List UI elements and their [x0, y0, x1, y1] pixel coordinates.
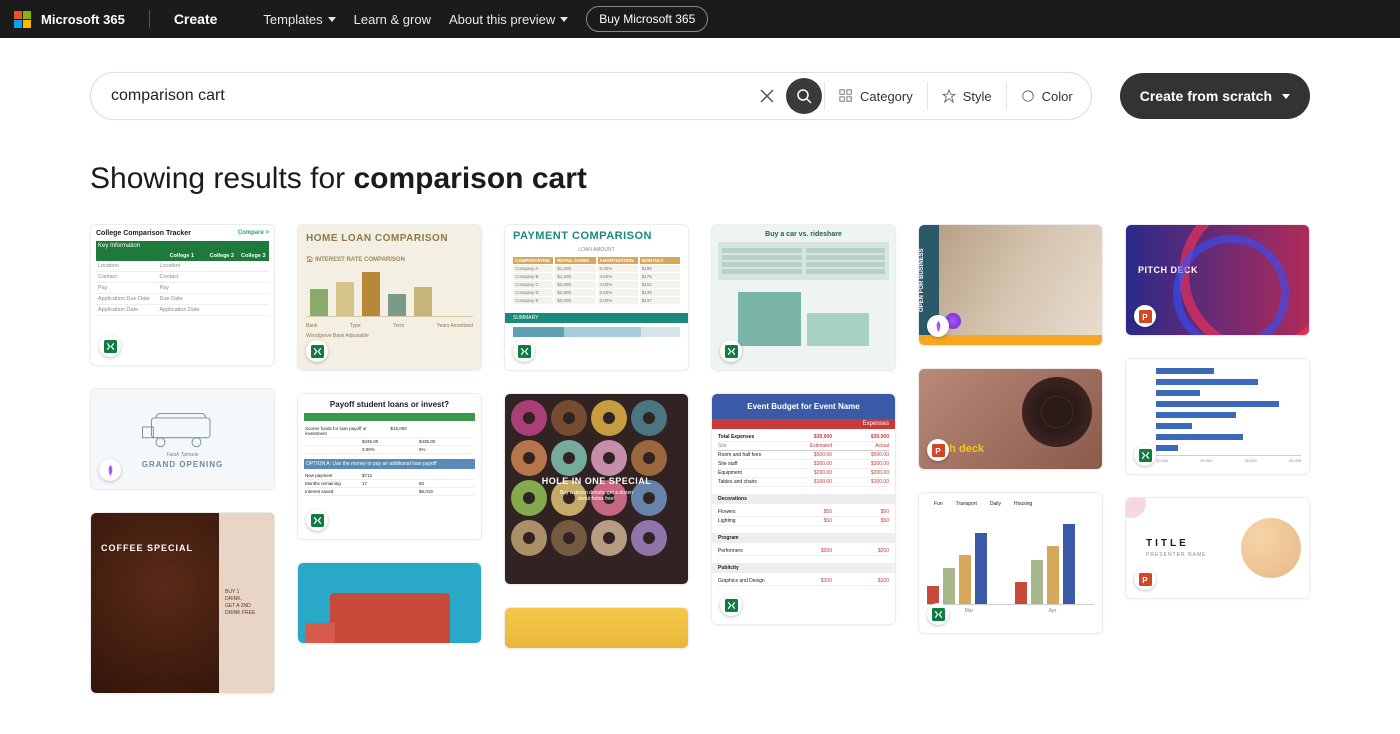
template-card[interactable]: Fun Transport Daily Housing MarApr [918, 492, 1103, 634]
search-row: Category Style Color Create from scratch [70, 72, 1330, 120]
template-card[interactable]: College Comparison TrackerCompare > Key … [90, 224, 275, 366]
excel-icon [1134, 444, 1156, 466]
nav-templates-label: Templates [263, 12, 322, 27]
clear-search-button[interactable] [752, 81, 782, 111]
chevron-down-icon [1282, 94, 1290, 99]
filter-color-label: Color [1042, 89, 1073, 104]
header-divider [149, 10, 150, 28]
filter-separator [1006, 82, 1007, 110]
svg-text:P: P [1142, 312, 1148, 321]
excel-icon [927, 603, 949, 625]
excel-icon [720, 594, 742, 616]
designer-icon [927, 315, 949, 337]
microsoft-logo-icon [14, 11, 31, 28]
thumb-food-truck [298, 563, 481, 643]
nav-templates[interactable]: Templates [263, 12, 335, 27]
filter-separator [824, 82, 825, 110]
thumb-yellow [505, 608, 688, 648]
powerpoint-icon: P [927, 439, 949, 461]
nav-preview-label: About this preview [449, 12, 555, 27]
excel-icon [306, 340, 328, 362]
template-card[interactable]: COFFEE SPECIAL BUY 1 DRINK, GET A 2ND DR… [90, 512, 275, 694]
chevron-down-icon [560, 17, 568, 22]
filter-separator [927, 82, 928, 110]
nav-about-preview[interactable]: About this preview [449, 12, 568, 27]
powerpoint-icon: P [1134, 568, 1156, 590]
template-card[interactable]: Fatah Tamarie GRAND OPENING [90, 388, 275, 490]
excel-icon [513, 340, 535, 362]
thumb-coffee-special: COFFEE SPECIAL BUY 1 DRINK, GET A 2ND DR… [91, 513, 274, 693]
excel-icon [720, 340, 742, 362]
template-card[interactable]: PITCH DECK P [1125, 224, 1310, 336]
chevron-down-icon [328, 17, 336, 22]
buy-label: Buy Microsoft 365 [599, 12, 695, 26]
powerpoint-icon: P [1134, 305, 1156, 327]
template-card[interactable]: Event Budget for Event Name Expenses Tot… [711, 393, 896, 625]
create-from-scratch-button[interactable]: Create from scratch [1120, 73, 1310, 119]
results-heading: Showing results for comparison cart [70, 162, 1330, 196]
close-icon [760, 89, 774, 103]
create-from-scratch-label: Create from scratch [1140, 88, 1272, 104]
brand-text: Microsoft 365 [41, 12, 125, 27]
search-pill: Category Style Color [90, 72, 1092, 120]
template-card[interactable] [297, 562, 482, 644]
thumb-donuts: HOLE IN ONE SPECIAL Buy a dozen donuts, … [505, 394, 688, 584]
results-prefix: Showing results for [90, 162, 353, 195]
filter-color[interactable]: Color [1009, 72, 1085, 120]
search-input[interactable] [109, 86, 752, 106]
template-card[interactable]: Pitch deck P [918, 368, 1103, 470]
template-card[interactable]: Payoff student loans or invest? Sooner f… [297, 393, 482, 540]
search-button[interactable] [786, 78, 822, 114]
filter-category-label: Category [860, 89, 913, 104]
filter-category[interactable]: Category [827, 72, 925, 120]
template-card[interactable]: OPEN FOR BUSINESS [918, 224, 1103, 346]
create-link[interactable]: Create [174, 11, 218, 27]
nav-learn-grow[interactable]: Learn & grow [354, 12, 431, 27]
template-card[interactable]: HOLE IN ONE SPECIAL Buy a dozen donuts, … [504, 393, 689, 585]
designer-icon [99, 459, 121, 481]
search-icon [796, 88, 812, 104]
template-card[interactable]: TITLE PRESENTER NAME P [1125, 497, 1310, 599]
results-query: comparison cart [353, 162, 586, 195]
style-icon [942, 89, 956, 103]
excel-icon [306, 509, 328, 531]
svg-text:P: P [935, 446, 941, 455]
svg-text:P: P [1142, 575, 1148, 584]
template-card[interactable]: HOME LOAN COMPARISON 🏠 INTEREST RATE COM… [297, 224, 482, 371]
nav-learn-label: Learn & grow [354, 12, 431, 27]
template-card[interactable]: 10,00020,00030,00040,000 [1125, 358, 1310, 475]
template-card[interactable] [504, 607, 689, 649]
color-icon [1021, 89, 1035, 103]
filter-style[interactable]: Style [930, 72, 1004, 120]
excel-icon [99, 335, 121, 357]
top-header: Microsoft 365 Create Templates Learn & g… [0, 0, 1400, 38]
buy-microsoft-365-button[interactable]: Buy Microsoft 365 [586, 6, 708, 32]
template-card[interactable]: Buy a car vs. rideshare [711, 224, 896, 371]
thumb-event-budget: Event Budget for Event Name Expenses Tot… [712, 394, 895, 624]
category-icon [839, 89, 853, 103]
template-card[interactable]: PAYMENT COMPARISON LOAN AMOUNT COMPANY/I… [504, 224, 689, 371]
filter-style-label: Style [963, 89, 992, 104]
ms365-brand[interactable]: Microsoft 365 [14, 11, 125, 28]
